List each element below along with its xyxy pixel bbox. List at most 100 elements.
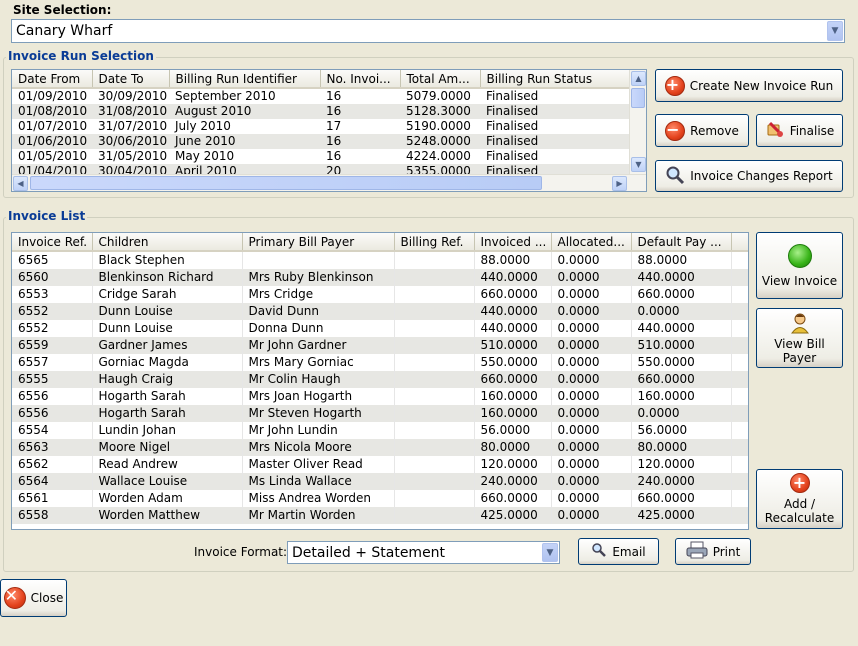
scroll-up-icon[interactable]: ▲ (631, 71, 646, 86)
table-row[interactable]: 6556 Hogarth Sarah Mr Steven Hogarth 160.00… (12, 405, 748, 422)
table-row[interactable]: 6559 Gardner James Mr John Gardner 510.0000… (12, 337, 748, 354)
site-select[interactable]: Canary Wharf ▼ (11, 19, 845, 43)
column-header[interactable]: No. Invoi... (320, 70, 401, 89)
green-circle-icon (787, 243, 812, 268)
table-cell: 31/05/2010 (98, 149, 168, 163)
table-cell: 660.0000 (631, 371, 732, 388)
scroll-right-icon[interactable]: ▶ (612, 176, 627, 191)
table-cell: Hogarth Sarah (92, 388, 243, 405)
run-vertical-scrollbar[interactable]: ▲ ▼ (629, 70, 646, 174)
table-cell: 6557 (12, 354, 93, 371)
table-cell: 0.0000 (551, 490, 632, 507)
table-row[interactable]: 6564 Wallace Louise Ms Linda Wallace 240.00… (12, 473, 748, 490)
add-recalculate-button[interactable]: + Add / Recalculate (756, 469, 843, 529)
table-row[interactable]: 6561 Worden Adam Miss Andrea Worden 660.000… (12, 490, 748, 507)
remove-icon: − (665, 120, 686, 141)
table-cell (242, 251, 395, 269)
table-row[interactable]: 01/07/2010 31/07/2010 July 2010 17 5190.0000… (12, 119, 632, 134)
table-cell: Mr John Gardner (242, 337, 395, 354)
table-cell: 0.0000 (551, 473, 632, 490)
email-button[interactable]: Email (578, 538, 659, 565)
table-row[interactable]: 01/05/2010 31/05/2010 May 2010 16 4224.0000 F… (12, 149, 632, 164)
table-row[interactable]: 6552 Dunn Louise Donna Dunn 440.0000 0.0000 4… (12, 320, 748, 337)
create-invoice-run-button[interactable]: + Create New Invoice Run (655, 69, 843, 102)
column-header[interactable]: Invoice Ref. (12, 233, 93, 252)
table-row[interactable]: 01/08/2010 31/08/2010 August 2010 16 5128.30… (12, 104, 632, 119)
table-cell-filler (731, 337, 748, 354)
table-row[interactable]: 6560 Blenkinson Richard Mrs Ruby Blenkinso… (12, 269, 748, 286)
table-cell: Mrs Mary Gorniac (242, 354, 395, 371)
table-cell-filler (731, 286, 748, 303)
print-button[interactable]: Print (675, 538, 751, 565)
table-row[interactable]: 6562 Read Andrew Master Oliver Read 120.000… (12, 456, 748, 473)
column-header[interactable]: Invoiced ... (474, 233, 552, 252)
column-header[interactable]: Billing Ref. (394, 233, 475, 252)
column-header[interactable]: Billing Run Status (480, 70, 633, 89)
table-cell-filler (731, 507, 748, 524)
table-row[interactable]: 6563 Moore Nigel Mrs Nicola Moore 80.0000 0.… (12, 439, 748, 456)
invoice-format-select[interactable]: Detailed + Statement ▼ (287, 541, 560, 564)
invoice-run-grid[interactable]: Date From Date To Billing Run Identifier No… (11, 69, 647, 192)
table-cell: 01/09/2010 (18, 89, 88, 103)
run-hscroll-thumb[interactable] (30, 176, 542, 190)
table-cell: 30/09/2010 (98, 89, 168, 103)
table-cell: Gardner James (92, 337, 243, 354)
table-cell: 6556 (12, 405, 93, 422)
scroll-down-icon[interactable]: ▼ (631, 157, 646, 172)
table-row[interactable]: 6565 Black Stephen 88.0000 0.0000 88.0000 (12, 251, 748, 269)
table-cell-filler (731, 405, 748, 422)
column-header[interactable]: Default Pay ... (631, 233, 732, 252)
table-cell: 6552 (12, 320, 93, 337)
table-cell: 0.0000 (551, 337, 632, 354)
finalise-button[interactable]: Finalise (756, 114, 843, 147)
table-row[interactable]: 01/06/2010 30/06/2010 June 2010 16 5248.0000… (12, 134, 632, 149)
table-row[interactable]: 6558 Worden Matthew Mr Martin Worden 425.00… (12, 507, 748, 524)
table-cell: 16 (320, 134, 400, 149)
table-cell: Mr Colin Haugh (242, 371, 395, 388)
table-row[interactable]: 01/09/2010 30/09/2010 September 2010 16 5079… (12, 88, 632, 104)
table-cell: September 2010 (175, 89, 276, 103)
column-header[interactable]: Primary Bill Payer (242, 233, 395, 252)
table-row[interactable]: 6552 Dunn Louise David Dunn 440.0000 0.0000 0… (12, 303, 748, 320)
table-row[interactable]: 6557 Gorniac Magda Mrs Mary Gorniac 550.000… (12, 354, 748, 371)
column-header[interactable]: Allocated... (551, 233, 632, 252)
run-horizontal-scrollbar[interactable]: ◀ ▶ (12, 174, 646, 191)
column-header[interactable]: Children (92, 233, 243, 252)
table-cell: Mr Steven Hogarth (242, 405, 395, 422)
table-cell: Dunn Louise (92, 303, 243, 320)
table-cell-filler (731, 439, 748, 456)
chevron-down-icon[interactable]: ▼ (542, 543, 558, 562)
table-cell: Finalised (486, 119, 539, 133)
table-cell: 31/08/2010 (92, 104, 169, 119)
view-bill-payer-button[interactable]: View Bill Payer (756, 308, 843, 368)
add-icon: + (789, 473, 810, 493)
table-cell: 6552 (12, 303, 93, 320)
table-cell (394, 320, 475, 337)
invoice-run-title: Invoice Run Selection (6, 49, 156, 63)
table-cell: 120.0000 (474, 456, 552, 473)
column-header[interactable]: Date From (12, 70, 93, 89)
table-cell: Mr Martin Worden (242, 507, 395, 524)
print-label: Print (712, 544, 741, 559)
column-header[interactable]: Total Am... (400, 70, 481, 89)
table-cell: 240.0000 (474, 473, 552, 490)
table-row[interactable]: 6556 Hogarth Sarah Mrs Joan Hogarth 160.000… (12, 388, 748, 405)
view-invoice-button[interactable]: View Invoice (756, 232, 843, 299)
table-cell: 6560 (12, 269, 93, 286)
table-row[interactable]: 6553 Cridge Sarah Mrs Cridge 660.0000 0.0000… (12, 286, 748, 303)
invoice-list-grid[interactable]: Invoice Ref. Children Primary Bill Payer Bi… (11, 232, 749, 530)
table-cell: Finalised (486, 149, 539, 163)
scroll-left-icon[interactable]: ◀ (13, 176, 28, 191)
table-row[interactable]: 6554 Lundin Johan Mr John Lundin 56.0000 0.0… (12, 422, 748, 439)
close-button[interactable]: ✕ Close (0, 579, 67, 617)
run-vscroll-thumb[interactable] (631, 88, 645, 108)
table-cell (394, 405, 475, 422)
table-cell: 160.0000 (474, 388, 552, 405)
column-header[interactable]: Billing Run Identifier (169, 70, 321, 89)
invoice-changes-report-button[interactable]: Invoice Changes Report (655, 160, 843, 192)
chevron-down-icon[interactable]: ▼ (827, 21, 843, 41)
remove-button[interactable]: − Remove (655, 114, 749, 147)
column-header[interactable]: Date To (92, 70, 170, 89)
table-row[interactable]: 6555 Haugh Craig Mr Colin Haugh 660.0000 0.0… (12, 371, 748, 388)
close-icon: ✕ (3, 587, 26, 609)
